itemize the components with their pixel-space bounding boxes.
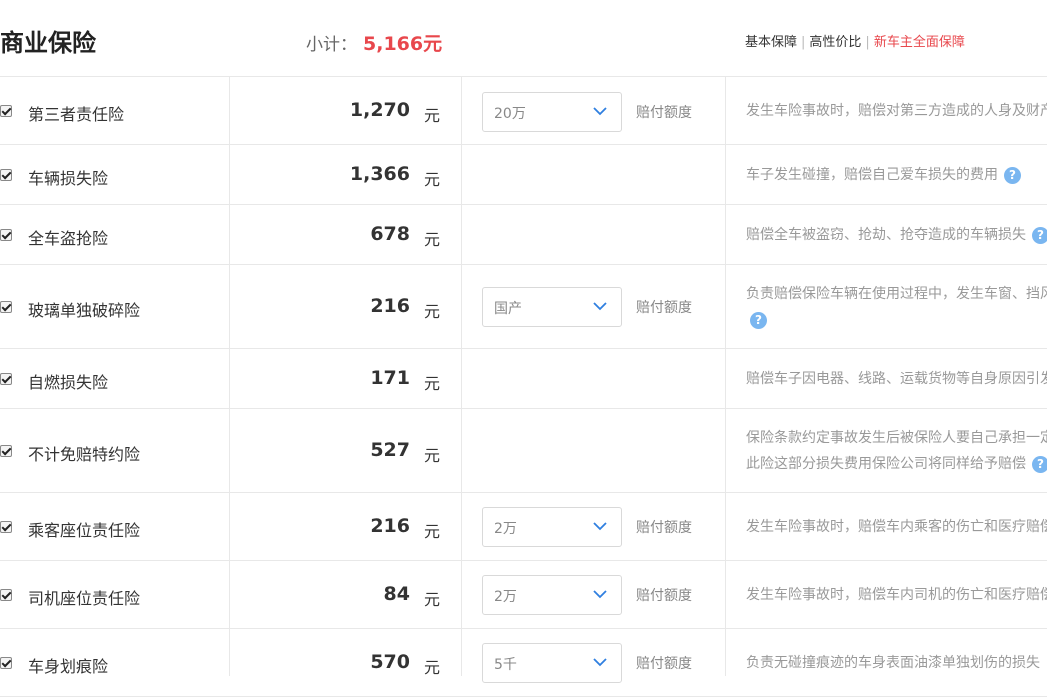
insurance-desc: 负责赔偿保险车辆在使用过程中，发生车窗、挡风?	[746, 281, 1047, 333]
row-checkbox[interactable]	[0, 169, 12, 181]
coverage-select[interactable]: 国产	[482, 287, 622, 327]
row-checkbox[interactable]	[0, 301, 12, 313]
pay-limit-label: 赔付额度	[636, 520, 692, 536]
insurance-desc: 负责无碰撞痕迹的车身表面油漆单独划伤的损失	[746, 655, 1040, 671]
page-title: 商业保险	[0, 29, 96, 57]
price-unit: 元	[424, 522, 441, 541]
chevron-down-icon	[593, 302, 607, 311]
pay-limit-label: 赔付额度	[636, 588, 692, 604]
subtotal: 小计： 5,166元	[306, 32, 442, 57]
table-row: 玻璃单独破碎险 216 元 国产 赔付额度 负责赔偿保险车辆在使用过程中，发生车…	[0, 265, 1047, 349]
help-icon[interactable]: ?	[1032, 455, 1047, 473]
subtotal-amount: 5,166元	[363, 33, 443, 55]
chevron-down-icon	[593, 658, 607, 667]
chevron-down-icon	[593, 522, 607, 531]
row-checkbox[interactable]	[0, 657, 12, 669]
insurance-desc: 发生车险事故时，赔偿车内司机的伤亡和医疗赔偿	[746, 587, 1047, 603]
price-unit: 元	[424, 374, 441, 393]
table-row: 车身划痕险 570 元 5千 赔付额度 负责无碰撞痕迹的车身表面油漆单独划伤的损…	[0, 629, 1047, 697]
chevron-down-icon	[593, 590, 607, 599]
insurance-price: 84	[383, 583, 410, 605]
insurance-price: 216	[370, 295, 410, 317]
insurance-desc-text: 车子发生碰撞，赔偿自己爱车损失的费用	[746, 167, 998, 183]
price-unit: 元	[424, 658, 441, 677]
plan-value[interactable]: 高性价比	[809, 35, 861, 50]
plan-basic[interactable]: 基本保障	[745, 35, 797, 50]
insurance-price: 527	[370, 439, 410, 461]
help-icon[interactable]: ?	[1032, 226, 1047, 244]
coverage-select-value: 20万	[494, 106, 526, 122]
coverage-select[interactable]: 5千	[482, 643, 622, 683]
price-unit: 元	[424, 446, 441, 465]
table-row: 第三者责任险 1,270 元 20万 赔付额度 发生车险事故时，赔偿对第三方造成…	[0, 77, 1047, 145]
insurance-desc-text: 负责赔偿保险车辆在使用过程中，发生车窗、挡风	[746, 286, 1047, 302]
pay-limit-label: 赔付额度	[636, 300, 692, 316]
row-checkbox[interactable]	[0, 229, 12, 241]
insurance-desc-text: 保险条款约定事故发生后被保险人要自己承担一定	[746, 430, 1047, 446]
price-unit: 元	[424, 230, 441, 249]
subtotal-label: 小计：	[306, 35, 357, 55]
help-icon[interactable]: ?	[1004, 166, 1021, 184]
insurance-name: 车辆损失险	[28, 169, 109, 188]
insurance-price: 678	[370, 223, 410, 245]
insurance-name: 不计免赔特约险	[28, 445, 141, 464]
table-row: 全车盗抢险 678 元 赔偿全车被盗窃、抢劫、抢夺造成的车辆损失?	[0, 205, 1047, 265]
plan-new-owner[interactable]: 新车主全面保障	[874, 35, 965, 50]
coverage-select-value: 国产	[494, 301, 522, 317]
row-checkbox[interactable]	[0, 589, 12, 601]
insurance-name: 第三者责任险	[28, 105, 125, 124]
price-unit: 元	[424, 590, 441, 609]
price-unit: 元	[424, 170, 441, 189]
coverage-select[interactable]: 2万	[482, 507, 622, 547]
pay-limit-label: 赔付额度	[636, 105, 692, 121]
insurance-desc: 发生车险事故时，赔偿对第三方造成的人身及财产	[746, 103, 1047, 119]
header: 商业保险 小计： 5,166元 基本保障 | 高性价比 | 新车主全面保障	[0, 0, 1047, 76]
price-unit: 元	[424, 302, 441, 321]
pay-limit-label: 赔付额度	[636, 656, 692, 672]
insurance-price: 570	[370, 651, 410, 673]
chevron-down-icon	[593, 107, 607, 116]
insurance-price: 1,270	[349, 99, 410, 121]
plan-separator: |	[865, 35, 870, 50]
row-checkbox[interactable]	[0, 445, 12, 457]
insurance-price: 171	[370, 367, 410, 389]
table-row: 司机座位责任险 84 元 2万 赔付额度 发生车险事故时，赔偿车内司机的伤亡和医…	[0, 561, 1047, 629]
coverage-select[interactable]: 20万	[482, 92, 622, 132]
insurance-name: 乘客座位责任险	[28, 521, 141, 540]
price-unit: 元	[424, 106, 441, 125]
insurance-name: 自燃损失险	[28, 373, 109, 392]
table-row: 车辆损失险 1,366 元 车子发生碰撞，赔偿自己爱车损失的费用?	[0, 145, 1047, 205]
row-checkbox[interactable]	[0, 521, 12, 533]
insurance-table: 第三者责任险 1,270 元 20万 赔付额度 发生车险事故时，赔偿对第三方造成…	[0, 76, 1047, 697]
insurance-desc: 发生车险事故时，赔偿车内乘客的伤亡和医疗赔偿	[746, 519, 1047, 535]
insurance-name: 玻璃单独破碎险	[28, 301, 141, 320]
row-checkbox[interactable]	[0, 105, 12, 117]
insurance-desc: 赔偿车子因电器、线路、运载货物等自身原因引发	[746, 371, 1047, 387]
insurance-desc: 赔偿全车被盗窃、抢劫、抢夺造成的车辆损失?	[746, 222, 1047, 248]
insurance-name: 全车盗抢险	[28, 229, 109, 248]
plan-selector: 基本保障 | 高性价比 | 新车主全面保障	[745, 34, 965, 52]
insurance-desc: 车子发生碰撞，赔偿自己爱车损失的费用?	[746, 162, 1047, 188]
insurance-price: 216	[370, 515, 410, 537]
coverage-select-value: 2万	[494, 521, 517, 537]
table-row: 乘客座位责任险 216 元 2万 赔付额度 发生车险事故时，赔偿车内乘客的伤亡和…	[0, 493, 1047, 561]
table-row: 自燃损失险 171 元 赔偿车子因电器、线路、运载货物等自身原因引发	[0, 349, 1047, 409]
insurance-name: 车身划痕险	[28, 657, 109, 676]
coverage-select[interactable]: 2万	[482, 575, 622, 615]
insurance-desc-text: 此险这部分损失费用保险公司将同样给予赔偿	[746, 456, 1026, 472]
insurance-name: 司机座位责任险	[28, 589, 141, 608]
insurance-desc-text: 赔偿全车被盗窃、抢劫、抢夺造成的车辆损失	[746, 227, 1026, 243]
plan-separator: |	[801, 35, 806, 50]
row-checkbox[interactable]	[0, 373, 12, 385]
insurance-desc: 保险条款约定事故发生后被保险人要自己承担一定 此险这部分损失费用保险公司将同样给予…	[746, 425, 1047, 477]
table-row: 不计免赔特约险 527 元 保险条款约定事故发生后被保险人要自己承担一定 此险这部…	[0, 409, 1047, 493]
coverage-select-value: 2万	[494, 589, 517, 605]
coverage-select-value: 5千	[494, 657, 517, 673]
insurance-price: 1,366	[349, 163, 410, 185]
help-icon[interactable]: ?	[750, 311, 767, 329]
